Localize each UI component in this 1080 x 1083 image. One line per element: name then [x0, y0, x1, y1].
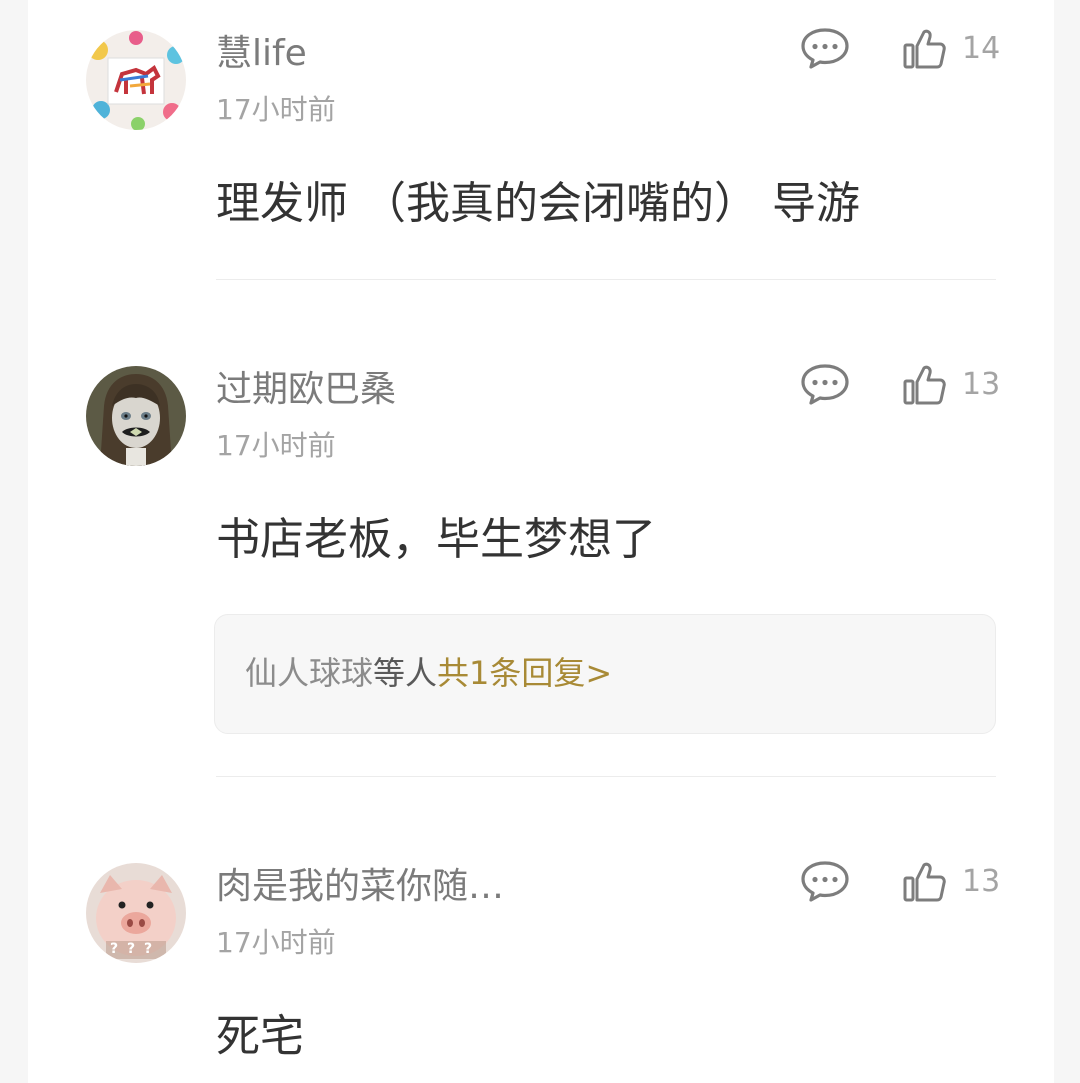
comment-content: 理发师 （我真的会闭嘴的） 导游 [216, 178, 860, 229]
comment-item: ? ? ? 肉是我的菜你随… 17小时前 13 死宅 [28, 833, 1054, 1083]
avatar[interactable] [86, 30, 186, 130]
comment-content: 死宅 [216, 1011, 304, 1062]
reply-summary[interactable]: 仙人球球等人共1条回复> [214, 614, 996, 734]
timestamp: 17小时前 [216, 926, 336, 959]
comment-bubble-icon[interactable] [800, 859, 850, 903]
like-button[interactable]: 13 [902, 859, 1000, 905]
avatar[interactable] [86, 366, 186, 466]
timestamp: 17小时前 [216, 429, 336, 462]
avatar-caption: ? ? ? [110, 941, 155, 957]
divider [216, 279, 996, 280]
reply-summary-text: 仙人球球等人共1条回复> [245, 651, 612, 695]
username[interactable]: 过期欧巴桑 [216, 368, 396, 412]
divider [216, 776, 996, 777]
username[interactable]: 肉是我的菜你随… [216, 865, 504, 909]
comment-item: 过期欧巴桑 17小时前 13 书店老板，毕生梦想了 仙人球球等人共1条回复> [28, 336, 1054, 777]
timestamp: 17小时前 [216, 93, 336, 126]
thumbs-up-icon [903, 862, 946, 902]
thumbs-up-icon [903, 29, 946, 69]
username[interactable]: 慧life [216, 32, 307, 76]
doll-girl-avatar [86, 366, 186, 466]
comment-content: 书店老板，毕生梦想了 [216, 514, 656, 565]
like-count: 13 [962, 864, 1001, 899]
thumbs-up-icon [903, 365, 946, 405]
comment-bubble-icon[interactable] [800, 26, 850, 70]
comment-item: 慧life 17小时前 14 理发师 （我真的会闭嘴的） 导游 [28, 0, 1054, 280]
like-count: 13 [962, 367, 1001, 402]
reply-user-names[interactable]: 仙人球球 [245, 654, 373, 692]
avatar[interactable]: ? ? ? [86, 863, 186, 963]
reply-others-label: 等人 [373, 654, 438, 692]
view-replies-link[interactable]: 共1条回复> [437, 654, 612, 692]
comment-list: 慧life 17小时前 14 理发师 （我真的会闭嘴的） 导游 过期欧巴桑 17… [28, 0, 1054, 1083]
like-button[interactable]: 14 [902, 26, 1000, 72]
like-count: 14 [962, 31, 1001, 66]
colorful-horse-painting-avatar [86, 30, 186, 130]
like-button[interactable]: 13 [902, 362, 1000, 408]
comment-bubble-icon[interactable] [800, 362, 850, 406]
